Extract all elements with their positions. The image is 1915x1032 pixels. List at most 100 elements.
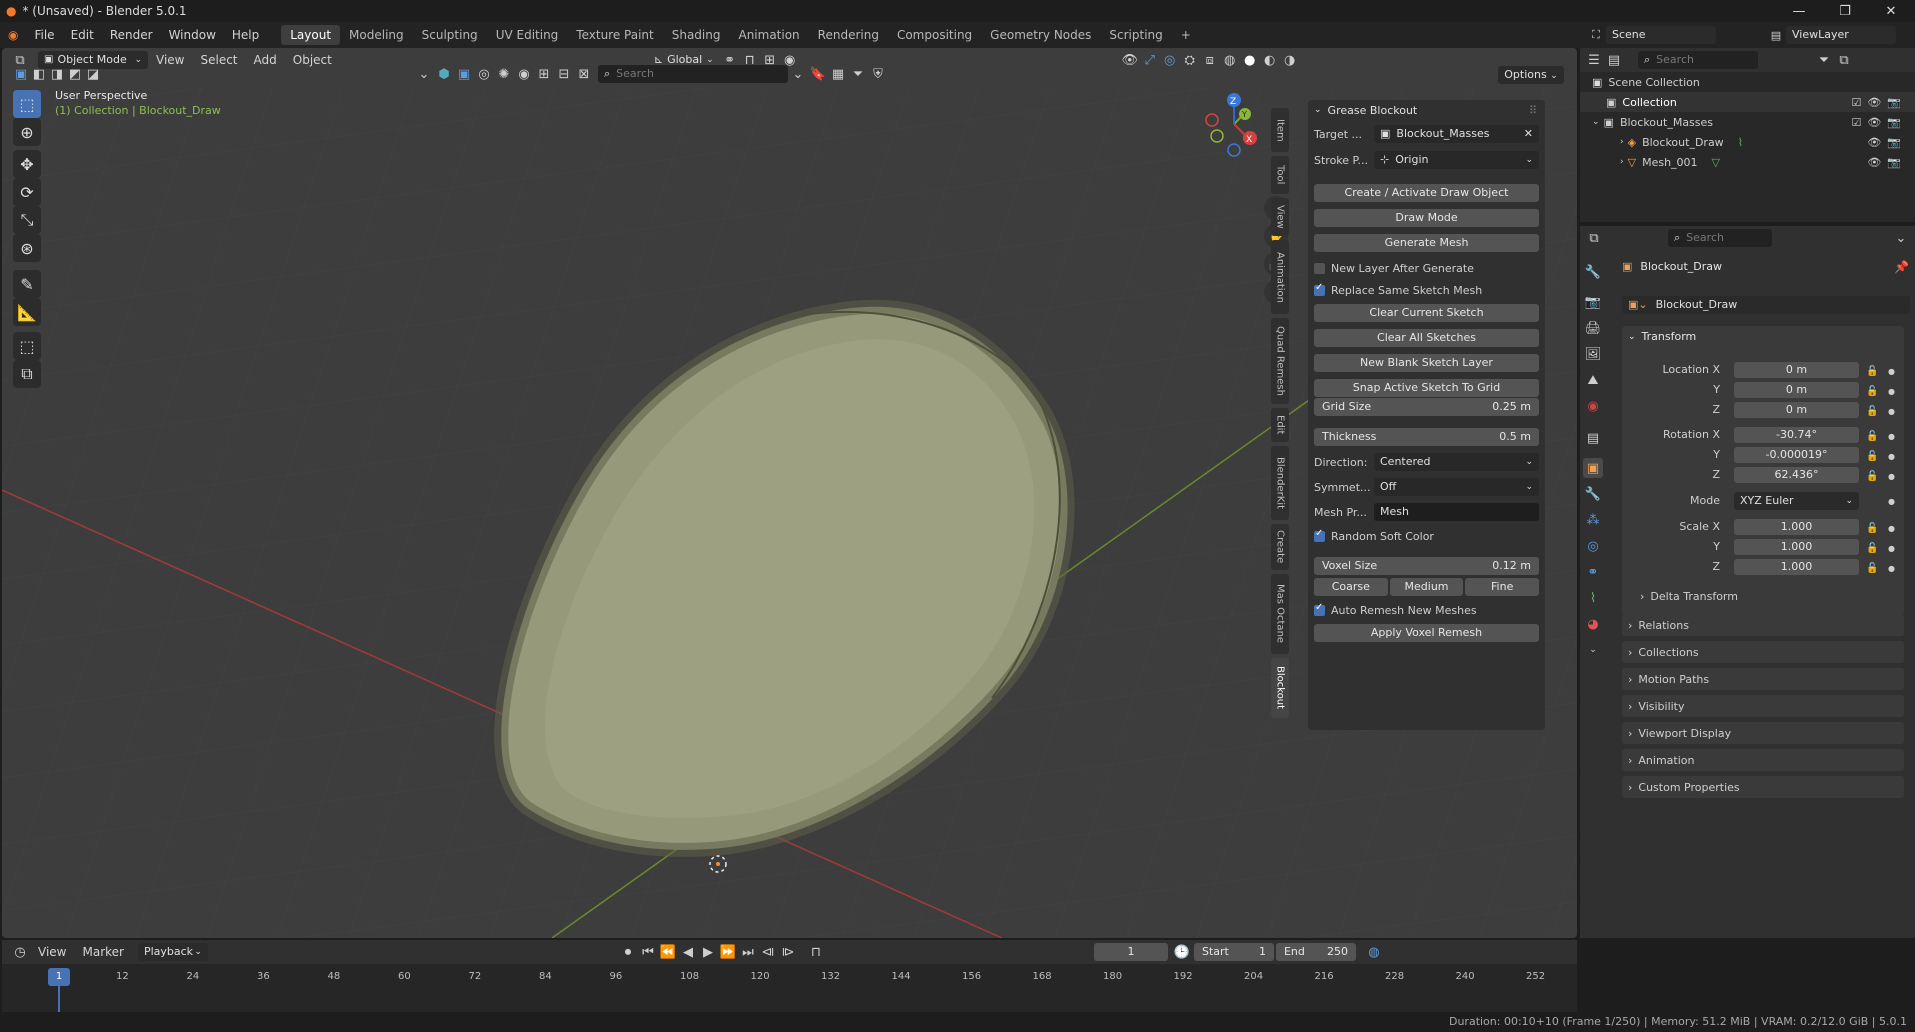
select-extend-icon[interactable]: ◧: [30, 64, 48, 84]
new-layer-checkbox[interactable]: New Layer After Generate: [1314, 259, 1539, 277]
section-viewport-display[interactable]: › Viewport Display: [1622, 722, 1904, 744]
timeline-menu-view[interactable]: View: [30, 942, 74, 962]
fine-button[interactable]: Fine: [1465, 578, 1540, 596]
viewlayer-selector[interactable]: ▤ ViewLayer: [1766, 25, 1896, 45]
keyframe-dot-icon[interactable]: ● ● ●: [1888, 519, 1895, 579]
delta-transform-header[interactable]: › Delta Transform: [1640, 590, 1738, 603]
render-tab-icon[interactable]: 📷: [1583, 292, 1603, 312]
grid-size-field[interactable]: Grid Size 0.25 m: [1314, 398, 1539, 416]
annotate-tool-icon[interactable]: ✎: [13, 270, 41, 298]
side-tab-blenderkit[interactable]: BlenderKit: [1271, 446, 1289, 520]
row-toggles-icon[interactable]: ☑👁📷: [1851, 116, 1907, 129]
clear-x-icon[interactable]: ✕: [1524, 125, 1533, 143]
lock-icon[interactable]: 🔓 🔓 🔓: [1866, 427, 1878, 487]
viewport-search[interactable]: ⌕ Search: [598, 65, 788, 83]
visibility-icon[interactable]: 👁: [1120, 50, 1140, 70]
camera-filter-icon[interactable]: ◉: [514, 64, 534, 84]
menu-select[interactable]: Select: [192, 50, 245, 70]
rotate-tool-icon[interactable]: ⟳: [13, 178, 41, 206]
world-tab-icon[interactable]: ◉: [1583, 396, 1603, 416]
location-y-field[interactable]: 0 m: [1734, 382, 1859, 398]
clear-all-sketches-button[interactable]: Clear All Sketches: [1314, 329, 1539, 347]
material-shading-icon[interactable]: ◐: [1260, 50, 1280, 70]
direction-dropdown[interactable]: Centered ⌄: [1374, 453, 1539, 471]
add-workspace-icon[interactable]: +: [1172, 25, 1200, 45]
prev-marker-icon[interactable]: ⧏: [758, 942, 778, 962]
transform-header[interactable]: ⌄ Transform: [1628, 330, 1696, 343]
checkbox-checked-icon[interactable]: [1314, 602, 1325, 616]
tab-modeling[interactable]: Modeling: [340, 25, 413, 45]
checkbox-icon[interactable]: [1314, 262, 1325, 274]
section-collections[interactable]: › Collections: [1622, 641, 1904, 663]
new-sketch-layer-button[interactable]: New Blank Sketch Layer: [1314, 354, 1539, 372]
curve-filter-icon[interactable]: ◎: [474, 64, 494, 84]
outliner-row-blockout-masses[interactable]: ⌄ ▣ Blockout_Masses ☑👁📷: [1580, 112, 1915, 132]
scene-tab-icon[interactable]: ⛰: [1583, 370, 1603, 390]
view-options-icon[interactable]: ◍: [1364, 942, 1384, 962]
tab-animation[interactable]: Animation: [729, 25, 808, 45]
lock-icon[interactable]: 🔓 🔓 🔓: [1866, 362, 1878, 422]
tab-layout[interactable]: Layout: [281, 25, 341, 45]
collapse-icon[interactable]: ⌄: [788, 64, 808, 84]
checkbox-checked-icon[interactable]: [1314, 528, 1325, 542]
navigation-gizmo[interactable]: Z X Y: [1192, 90, 1282, 160]
play-reverse-icon[interactable]: ◀: [678, 942, 698, 962]
symmetry-dropdown[interactable]: Off ⌄: [1374, 478, 1539, 496]
rotation-z-field[interactable]: 62.436°: [1734, 467, 1859, 483]
material-tab-icon[interactable]: ◕: [1583, 614, 1603, 634]
overlay-toggle-icon[interactable]: ◎: [1160, 50, 1180, 70]
shield-icon[interactable]: ⛨: [868, 64, 888, 84]
pin-icon[interactable]: 📌: [1894, 260, 1909, 274]
row-toggles-icon[interactable]: ☑👁📷: [1851, 96, 1907, 109]
move-tool-icon[interactable]: ✥: [13, 150, 41, 178]
viewport-3d[interactable]: ⧉ ▣ Object Mode ⌄ View Select Add Object…: [2, 48, 1577, 938]
solid-shading-icon[interactable]: ●: [1240, 50, 1260, 70]
keyframe-dot-icon[interactable]: ● ● ●: [1888, 362, 1895, 422]
section-relations[interactable]: › Relations: [1622, 614, 1904, 636]
object-type-icon[interactable]: ⬢: [434, 64, 454, 84]
section-motion-paths[interactable]: › Motion Paths: [1622, 668, 1904, 690]
side-tab-item[interactable]: Item: [1271, 108, 1289, 152]
side-tab-quad-remesh[interactable]: Quad Remesh: [1271, 318, 1289, 404]
rotation-y-field[interactable]: -0.000019°: [1734, 447, 1859, 463]
outliner-row-scene-collection[interactable]: ▣ Scene Collection: [1580, 72, 1915, 92]
lock-icon[interactable]: 🔓 🔓 🔓: [1866, 519, 1878, 579]
side-tab-blockout[interactable]: Blockout: [1271, 658, 1289, 718]
scale-x-field[interactable]: 1.000: [1734, 519, 1859, 535]
bookmark-icon[interactable]: 🔖: [808, 64, 828, 84]
current-frame-field[interactable]: 1: [1093, 943, 1168, 961]
outliner-row-collection[interactable]: ▣ Collection ☑👁📷: [1580, 92, 1915, 112]
maximize-icon[interactable]: ❐: [1822, 0, 1868, 22]
section-visibility[interactable]: › Visibility: [1622, 695, 1904, 717]
tab-sculpting[interactable]: Sculpting: [413, 25, 487, 45]
menu-render[interactable]: Render: [102, 25, 161, 45]
scale-tool-icon[interactable]: ⤡: [13, 206, 41, 234]
voxel-size-field[interactable]: Voxel Size 0.12 m: [1314, 557, 1539, 575]
xray-icon[interactable]: ⧈: [1200, 50, 1220, 70]
generate-mesh-button[interactable]: Generate Mesh: [1314, 234, 1539, 252]
options-dropdown[interactable]: Options ⌄: [1498, 66, 1564, 84]
row-toggles-icon[interactable]: 👁📷: [1867, 136, 1907, 149]
scene-name[interactable]: Scene: [1606, 26, 1716, 44]
jump-start-icon[interactable]: ⏮: [638, 942, 658, 962]
tool-tab-icon[interactable]: 🔧: [1583, 262, 1603, 282]
timeline-track[interactable]: [2, 964, 1577, 1012]
autokey-icon[interactable]: ⏺: [618, 942, 638, 962]
data-tab-icon[interactable]: ⌇: [1583, 588, 1603, 608]
outliner-row-blockout-draw[interactable]: › ◈ Blockout_Draw ⌇ 👁📷: [1580, 132, 1915, 152]
tab-geometry-nodes[interactable]: Geometry Nodes: [981, 25, 1100, 45]
select-new-icon[interactable]: ▣: [12, 64, 30, 84]
select-intersect-icon[interactable]: ◪: [84, 64, 102, 84]
location-z-field[interactable]: 0 m: [1734, 402, 1859, 418]
select-invert-icon[interactable]: ◩: [66, 64, 84, 84]
tab-uv-editing[interactable]: UV Editing: [487, 25, 568, 45]
rotation-mode-dropdown[interactable]: XYZ Euler ⌄: [1734, 492, 1859, 510]
target-field[interactable]: ▣ Blockout_Masses ✕: [1374, 125, 1539, 143]
extra-filter-icon[interactable]: ⊠: [574, 64, 594, 84]
outliner-editor-icon[interactable]: ☰: [1584, 50, 1604, 70]
add-primitive-tool-icon[interactable]: ⧉: [13, 360, 41, 388]
object-tab-icon[interactable]: ▣: [1583, 458, 1603, 478]
light-filter-icon[interactable]: ✺: [494, 64, 514, 84]
coarse-button[interactable]: Coarse: [1314, 578, 1388, 596]
mesh-prefix-input[interactable]: Mesh: [1374, 503, 1539, 521]
